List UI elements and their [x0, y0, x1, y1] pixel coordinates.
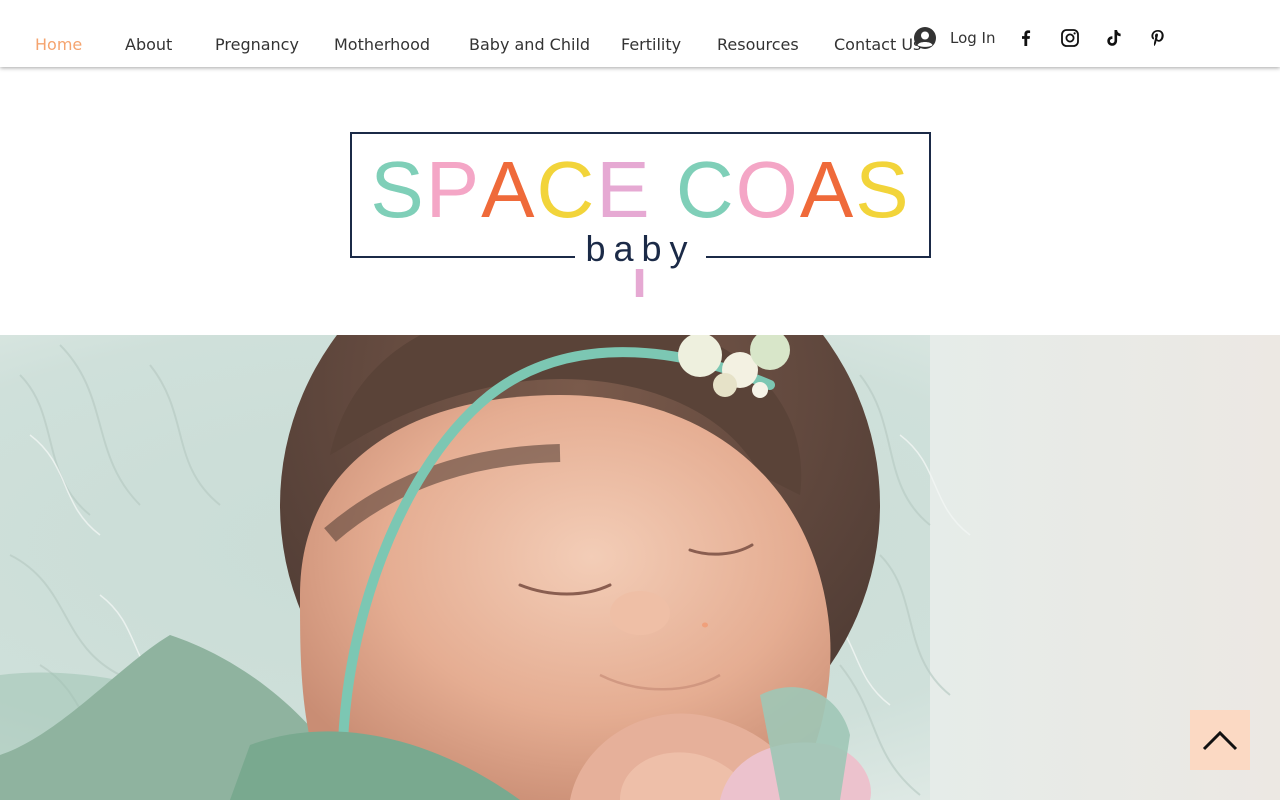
logo-section: SPACE COAST baby [0, 67, 1280, 335]
nav-item-contact-us[interactable]: Contact Us [834, 35, 921, 55]
logo-letter: S [855, 145, 911, 234]
nav-item-fertility[interactable]: Fertility [621, 35, 681, 55]
nav-item-home[interactable]: Home [35, 35, 82, 55]
site-logo[interactable]: SPACE COAST baby [350, 132, 931, 310]
nav-item-about[interactable]: About [125, 35, 172, 55]
hero-photo [0, 335, 1280, 800]
user-avatar-icon [914, 27, 936, 49]
hero-image [0, 335, 1280, 800]
logo-letter: A [481, 145, 537, 234]
logo-letter: C [675, 145, 736, 234]
nav-item-motherhood[interactable]: Motherhood [334, 35, 430, 55]
chevron-up-icon [1202, 730, 1238, 751]
login-button[interactable]: Log In [913, 24, 996, 52]
logo-subtitle: baby [352, 227, 929, 271]
tiktok-icon[interactable] [1104, 28, 1124, 48]
instagram-icon[interactable] [1060, 28, 1080, 48]
nav-item-resources[interactable]: Resources [717, 35, 799, 55]
nav-item-pregnancy[interactable]: Pregnancy [215, 35, 299, 55]
logo-letter: C [536, 145, 597, 234]
logo-letter: P [425, 145, 482, 234]
pinterest-icon[interactable] [1148, 28, 1168, 48]
logo-letter [652, 150, 676, 230]
logo-letter: E [596, 145, 652, 234]
logo-letter: O [735, 145, 800, 234]
login-label: Log In [950, 29, 996, 47]
nav-item-baby-and-child[interactable]: Baby and Child [469, 35, 590, 55]
back-to-top-button[interactable] [1190, 710, 1250, 770]
logo-letter: A [799, 145, 856, 234]
site-header: Home About Pregnancy Motherhood Baby and… [0, 0, 1280, 67]
logo-letter: S [370, 145, 426, 234]
facebook-icon[interactable] [1016, 28, 1036, 48]
logo-subtitle-text: baby [575, 228, 706, 269]
